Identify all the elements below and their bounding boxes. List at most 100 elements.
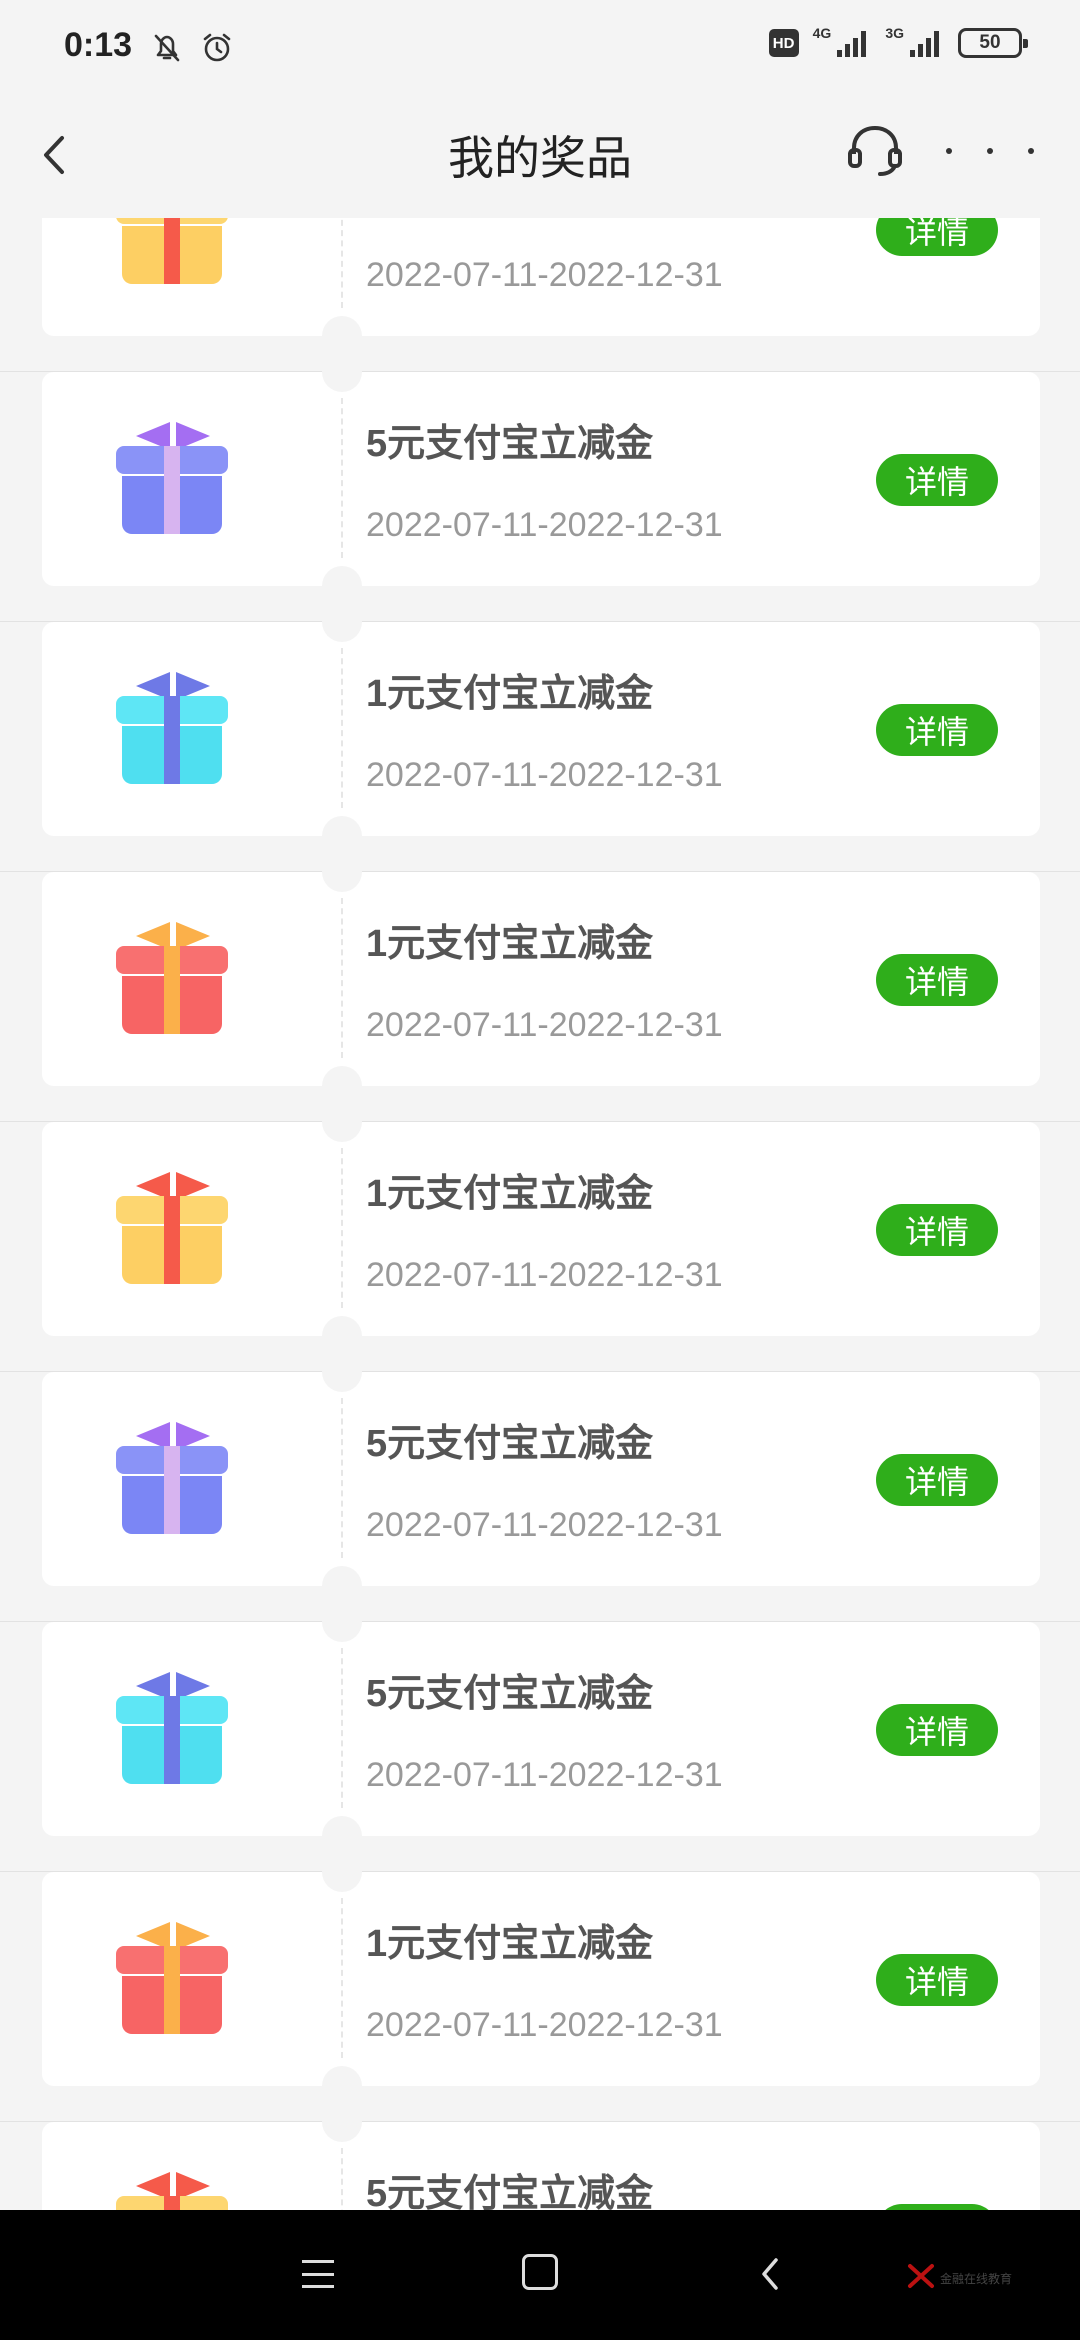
prize-list-item[interactable]: 5元支付宝立减金详情 — [0, 2102, 1080, 2210]
detail-button[interactable]: 详情 — [876, 1204, 998, 1256]
prize-validity-date: 2022-07-11-2022-12-31 — [366, 1256, 723, 1294]
card-divider — [341, 1148, 343, 1308]
detail-button[interactable]: 详情 — [876, 704, 998, 756]
gift-box-icon — [114, 2164, 234, 2210]
prize-card[interactable]: 1元支付宝立减金 2022-07-11-2022-12-31 详情 — [42, 852, 1040, 1106]
prize-card[interactable]: 5元支付宝立减金 2022-07-11-2022-12-31 详情 — [42, 352, 1040, 606]
gift-box-icon — [114, 1914, 234, 2044]
card-notch — [322, 2066, 362, 2106]
detail-button[interactable]: 详情 — [876, 218, 998, 256]
prize-card[interactable]: 5元支付宝立减金 2022-07-11-2022-12-31 详情 — [42, 1602, 1040, 1856]
dot — [987, 148, 993, 154]
status-icons-left — [150, 30, 234, 64]
watermark: 金融在线教育 — [906, 2260, 1036, 2296]
gift-ribbon — [164, 1446, 180, 1534]
gift-box-icon — [114, 1164, 234, 1294]
prize-list-item[interactable]: 1元支付宝立减金 2022-07-11-2022-12-31 详情 — [0, 602, 1080, 872]
app-header: 我的奖品 — [0, 100, 1080, 218]
card-notch — [322, 1852, 362, 1892]
prize-card[interactable]: 5元支付宝立减金 2022-07-11-2022-12-31 详情 — [42, 1352, 1040, 1606]
card-divider — [341, 898, 343, 1058]
menu-line — [302, 2260, 334, 2263]
dot — [1028, 148, 1034, 154]
gift-box-icon — [114, 1414, 234, 1544]
card-notch — [322, 1816, 362, 1856]
prize-name: 5元支付宝立减金 — [366, 423, 654, 465]
prize-name: 1元支付宝立减金 — [366, 1173, 654, 1215]
status-bar: 0:13 HD 4G 3G 50 — [0, 0, 1080, 100]
card-notch — [322, 602, 362, 642]
prize-validity-date: 2022-07-11-2022-12-31 — [366, 506, 723, 544]
prize-name: 1元支付宝立减金 — [366, 673, 654, 715]
prize-list-item[interactable]: 1元支付宝立减金 2022-07-11-2022-12-31 详情 — [0, 852, 1080, 1122]
menu-line — [302, 2285, 334, 2288]
alarm-icon — [203, 33, 231, 62]
card-divider — [341, 648, 343, 808]
card-notch — [322, 816, 362, 856]
prize-card[interactable]: 1元支付宝立减金 2022-07-11-2022-12-31 详情 — [42, 1852, 1040, 2106]
gift-ribbon — [164, 696, 180, 784]
prize-validity-date: 2022-07-11-2022-12-31 — [366, 1756, 723, 1794]
gift-ribbon — [164, 1946, 180, 2034]
prize-validity-date: 2022-07-11-2022-12-31 — [366, 1506, 723, 1544]
prize-list-item[interactable]: 5元支付宝立减金 2022-07-11-2022-12-31 详情 — [0, 1602, 1080, 1872]
prize-validity-date: 2022-07-11-2022-12-31 — [366, 2006, 723, 2044]
headset-icon[interactable] — [840, 116, 910, 186]
detail-button[interactable]: 详情 — [876, 454, 998, 506]
hd-badge: HD — [768, 29, 799, 57]
card-notch — [322, 1566, 362, 1606]
watermark-logo-icon — [908, 2264, 934, 2288]
prize-card[interactable]: 2022-07-11-2022-12-31 详情 — [42, 218, 1040, 356]
menu-line — [302, 2272, 334, 2276]
status-time: 0:13 — [64, 26, 133, 64]
card-divider — [341, 1898, 343, 2058]
gift-box-icon — [114, 414, 234, 544]
card-notch — [322, 1066, 362, 1106]
card-divider — [341, 2148, 343, 2210]
detail-button[interactable]: 详情 — [876, 1954, 998, 2006]
signal-icon — [910, 31, 939, 57]
gift-ribbon — [164, 1696, 180, 1784]
back-triangle-icon[interactable] — [750, 2252, 790, 2296]
signal-icon — [837, 31, 867, 57]
detail-button[interactable]: 详情 — [876, 1704, 998, 1756]
prize-card[interactable]: 1元支付宝立减金 2022-07-11-2022-12-31 详情 — [42, 602, 1040, 856]
gift-ribbon — [164, 946, 180, 1034]
card-divider — [341, 398, 343, 558]
prize-list-item[interactable]: 5元支付宝立减金 2022-07-11-2022-12-31 详情 — [0, 352, 1080, 622]
card-notch — [322, 1602, 362, 1642]
prize-name: 5元支付宝立减金 — [366, 1423, 654, 1465]
card-divider — [341, 218, 343, 308]
prize-name: 1元支付宝立减金 — [366, 1923, 654, 1965]
gift-ribbon — [164, 446, 180, 534]
gift-ribbon — [164, 1196, 180, 1284]
prize-card[interactable]: 1元支付宝立减金 2022-07-11-2022-12-31 详情 — [42, 1102, 1040, 1356]
gift-box-icon — [114, 914, 234, 1044]
card-notch — [322, 316, 362, 356]
home-square-icon[interactable] — [522, 2254, 558, 2290]
prize-name: 1元支付宝立减金 — [366, 923, 654, 965]
prize-list[interactable]: 2022-07-11-2022-12-31 详情 5元支付宝立减金 2022-07-1… — [0, 218, 1080, 2210]
gift-box-icon — [114, 218, 234, 294]
detail-button[interactable]: 详情 — [876, 1454, 998, 1506]
page-title: 我的奖品 — [448, 132, 632, 184]
card-notch — [322, 1352, 362, 1392]
card-notch — [322, 1316, 362, 1356]
prize-list-item[interactable]: 5元支付宝立减金 2022-07-11-2022-12-31 详情 — [0, 1352, 1080, 1622]
network-3g-label: 3G — [885, 25, 904, 41]
menu-icon[interactable] — [298, 2254, 338, 2294]
prize-name: 5元支付宝立减金 — [366, 1673, 654, 1715]
gift-ribbon — [164, 218, 180, 284]
card-notch — [322, 852, 362, 892]
prize-card[interactable]: 5元支付宝立减金详情 — [42, 2102, 1040, 2210]
gift-box-icon — [114, 664, 234, 794]
prize-list-item[interactable]: 1元支付宝立减金 2022-07-11-2022-12-31 详情 — [0, 1102, 1080, 1372]
watermark-text: 金融在线教育 — [940, 2272, 1013, 2286]
prize-list-item[interactable]: 2022-07-11-2022-12-31 详情 — [0, 218, 1080, 372]
prize-list-item[interactable]: 1元支付宝立减金 2022-07-11-2022-12-31 详情 — [0, 1852, 1080, 2122]
card-notch — [322, 1102, 362, 1142]
more-dots-icon[interactable] — [940, 126, 1040, 176]
detail-button[interactable]: 详情 — [876, 954, 998, 1006]
card-notch — [322, 2102, 362, 2142]
prize-validity-date: 2022-07-11-2022-12-31 — [366, 256, 723, 294]
